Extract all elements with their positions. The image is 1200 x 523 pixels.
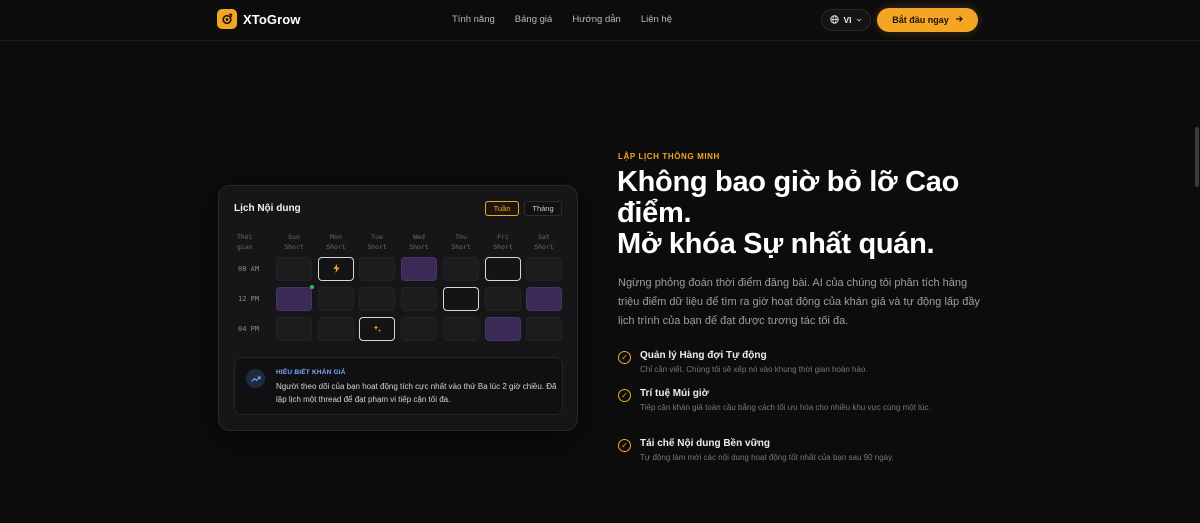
day-name: Sun (288, 233, 300, 241)
globe-icon (830, 14, 840, 26)
calendar-slot[interactable] (401, 317, 437, 341)
row-label-04pm: 04 PM (238, 325, 260, 333)
trend-icon (246, 369, 265, 388)
calendar-slot-scheduled[interactable] (443, 287, 479, 311)
day-header-wed: Wed Short (401, 232, 437, 252)
calendar-slot-active[interactable] (401, 257, 437, 281)
headline-line-2: Mở khóa Sự nhất quán. (617, 228, 935, 260)
calendar-slot[interactable] (359, 257, 395, 281)
day-header-tue: Tue Short (359, 232, 395, 252)
calendar-slot[interactable] (526, 317, 562, 341)
day-sub: Short (451, 243, 471, 251)
feature-title: Trí tuệ Múi giờ (640, 388, 709, 399)
brand[interactable]: XToGrow (217, 9, 301, 29)
nav-links: Tính năng Bảng giá Hướng dẫn Liên hệ (452, 14, 672, 25)
calendar-slot-scheduled[interactable] (485, 257, 521, 281)
brand-logo-icon (217, 9, 237, 29)
feature-title: Quản lý Hàng đợi Tự động (640, 350, 767, 361)
time-column-header: Thời gian (237, 232, 267, 252)
content-calendar-card: Lịch Nội dung Tuần Tháng Thời gian Sun S… (218, 185, 578, 431)
calendar-slot[interactable] (443, 317, 479, 341)
day-name: Sat (538, 233, 550, 241)
row-label-08am: 08 AM (238, 265, 260, 273)
calendar-slot[interactable] (318, 287, 354, 311)
day-header-fri: Fri Short (485, 232, 521, 252)
day-sub: Short (534, 243, 554, 251)
sparkle-icon (373, 324, 382, 335)
day-header-sun: Sun Short (276, 232, 312, 252)
calendar-slot[interactable] (276, 317, 312, 341)
get-started-label: Bắt đầu ngay (892, 15, 949, 25)
insight-label: HIỂU BIẾT KHÁN GIẢ (276, 369, 346, 376)
calendar-slot-scheduled[interactable] (359, 317, 395, 341)
feature-desc: Tiếp cận khán giả toàn cầu bằng cách tối… (640, 403, 931, 412)
brand-name: XToGrow (243, 11, 301, 27)
day-sub: Short (284, 243, 304, 251)
calendar-slot-active[interactable] (485, 317, 521, 341)
language-selector[interactable]: VI (821, 9, 871, 31)
calendar-slot[interactable] (359, 287, 395, 311)
insight-text: Người theo dõi của bạn hoạt động tích cự… (276, 382, 557, 404)
day-name: Wed (413, 233, 425, 241)
calendar-slot[interactable] (443, 257, 479, 281)
calendar-slot[interactable] (526, 257, 562, 281)
day-header-thu: Thu Short (443, 232, 479, 252)
calendar-slot-active[interactable] (526, 287, 562, 311)
calendar-slot[interactable] (318, 317, 354, 341)
calendar-slot[interactable] (401, 287, 437, 311)
day-name: Fri (497, 233, 509, 241)
feature-desc: Tự động làm mới các nội dung hoạt động t… (640, 453, 894, 462)
day-name: Tue (371, 233, 383, 241)
day-sub: Short (409, 243, 429, 251)
top-navbar: XToGrow Tính năng Bảng giá Hướng dẫn Liê… (0, 0, 1200, 41)
nav-link-guide[interactable]: Hướng dẫn (572, 14, 621, 25)
language-label: VI (843, 15, 852, 25)
calendar-slot[interactable] (485, 287, 521, 311)
hero-lead: Ngừng phỏng đoán thời điểm đăng bài. AI … (618, 277, 980, 327)
nav-link-contact[interactable]: Liên hệ (641, 14, 672, 25)
day-name: Thu (455, 233, 467, 241)
page-scrollbar[interactable] (1194, 41, 1200, 523)
time-header-line1: Thời (237, 233, 253, 241)
time-header-line2: gian (237, 243, 253, 251)
nav-link-pricing[interactable]: Bảng giá (515, 14, 553, 25)
audience-insight-box: HIỂU BIẾT KHÁN GIẢ Người theo dõi của bạ… (234, 357, 563, 415)
check-circle-icon: ✓ (618, 439, 631, 452)
arrow-right-icon (955, 15, 963, 25)
calendar-title: Lịch Nội dung (234, 203, 301, 214)
feature-desc: Chỉ cần viết. Chúng tôi sẽ xếp nó vào kh… (640, 365, 868, 374)
calendar-slot-active[interactable] (276, 287, 312, 311)
day-sub: Short (493, 243, 513, 251)
section-eyebrow: LẬP LỊCH THÔNG MINH (618, 152, 720, 161)
hero-headline: Không bao giờ bỏ lỡ Cao điểm. Mở khóa Sự… (617, 167, 997, 260)
feature-title: Tái chế Nội dung Bền vững (640, 438, 771, 449)
check-circle-icon: ✓ (618, 389, 631, 402)
calendar-slot-scheduled[interactable] (318, 257, 354, 281)
calendar-slot[interactable] (276, 257, 312, 281)
row-label-12pm: 12 PM (238, 295, 260, 303)
tab-week[interactable]: Tuần (485, 201, 519, 216)
day-name: Mon (330, 233, 342, 241)
tab-month[interactable]: Tháng (524, 201, 562, 216)
check-circle-icon: ✓ (618, 351, 631, 364)
day-sub: Short (326, 243, 346, 251)
get-started-button[interactable]: Bắt đầu ngay (877, 8, 978, 32)
nav-link-features[interactable]: Tính năng (452, 14, 495, 25)
day-header-mon: Mon Short (318, 232, 354, 252)
day-header-sat: Sat Short (526, 232, 562, 252)
bolt-icon (333, 263, 340, 275)
page-scrollbar-thumb[interactable] (1195, 127, 1199, 187)
chevron-down-icon (856, 15, 862, 25)
headline-line-1: Không bao giờ bỏ lỡ Cao điểm. (617, 166, 960, 229)
day-sub: Short (367, 243, 387, 251)
live-indicator-dot (310, 285, 314, 289)
